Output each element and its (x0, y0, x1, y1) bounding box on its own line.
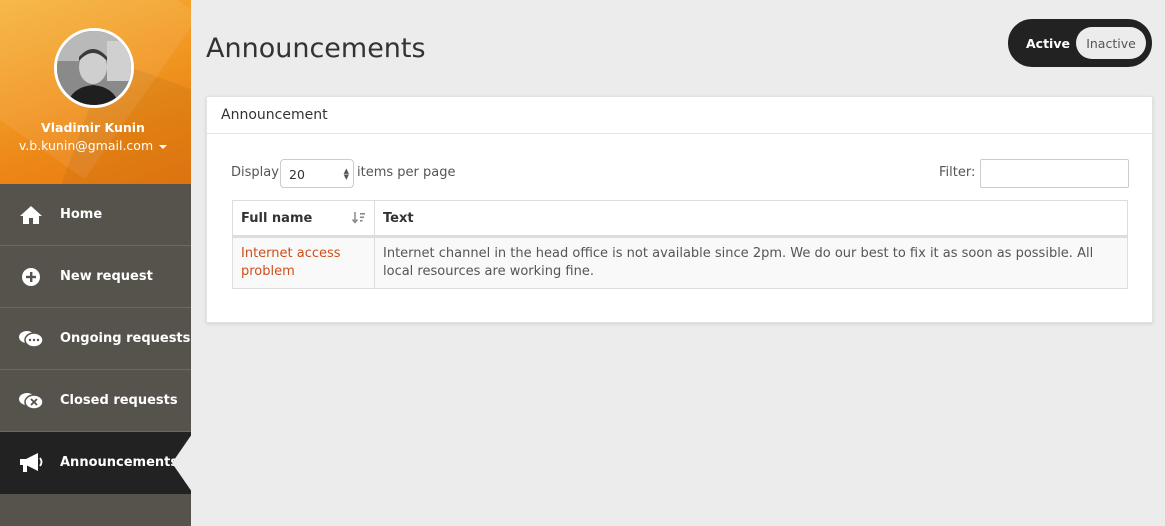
column-header-full-name[interactable]: Full name (232, 200, 375, 238)
filter-input[interactable] (980, 159, 1129, 188)
chat-close-icon (18, 390, 44, 412)
sidebar-item-label: Home (60, 207, 103, 222)
avatar-image (57, 31, 131, 105)
column-header-label: Full name (241, 210, 313, 226)
home-icon (18, 204, 44, 226)
sidebar-item-label: New request (60, 269, 153, 284)
announcement-link[interactable]: Internet access problem (241, 246, 341, 279)
sidebar-item-closed-requests[interactable]: Closed requests (0, 370, 191, 432)
sidebar-item-announcements[interactable]: Announcements (0, 432, 191, 494)
active-inactive-toggle[interactable]: Active Inactive (1008, 19, 1152, 67)
chat-ellipsis-icon (18, 328, 44, 350)
per-page-label: items per page (357, 165, 456, 180)
sidebar-item-label: Closed requests (60, 393, 178, 408)
user-name: Vladimir Kunin (41, 120, 145, 135)
plus-circle-icon (18, 266, 44, 288)
toggle-active-option[interactable]: Active (1026, 36, 1070, 51)
user-email: v.b.kunin@gmail.com (18, 138, 154, 153)
avatar[interactable] (54, 28, 134, 108)
sidebar-item-label: Announcements (60, 455, 179, 470)
filter-label: Filter: (939, 165, 976, 180)
toggle-inactive-option[interactable]: Inactive (1076, 27, 1146, 59)
sidebar-item-ongoing-requests[interactable]: Ongoing requests (0, 308, 191, 370)
column-header-text[interactable]: Text (374, 200, 1128, 238)
sidebar-nav: Home New request Ongoing requests Closed… (0, 184, 191, 494)
table-cell-text: Internet channel in the head office is n… (374, 236, 1128, 289)
caret-down-icon (159, 144, 168, 149)
table-cell-full-name: Internet access problem (232, 236, 375, 289)
sidebar: Vladimir Kunin v.b.kunin@gmail.com Home … (0, 0, 191, 526)
sidebar-item-home[interactable]: Home (0, 184, 191, 246)
announcement-panel: Announcement Display 20 ▲ ▼ items per pag… (206, 96, 1153, 323)
sort-icon[interactable] (351, 211, 366, 229)
display-label: Display (231, 165, 279, 180)
sidebar-item-new-request[interactable]: New request (0, 246, 191, 308)
page-title: Announcements (206, 33, 426, 64)
select-arrows-icon: ▲ ▼ (343, 167, 349, 181)
table-row[interactable]: Internet access problem Internet channel… (232, 236, 1128, 289)
page-size-value: 20 (289, 167, 305, 182)
page-size-select[interactable]: 20 ▲ ▼ (280, 159, 354, 188)
megaphone-icon (18, 452, 44, 474)
table-header-row: Full name Text (232, 200, 1128, 238)
announcements-table: Full name Text Internet access problem I… (232, 200, 1128, 289)
panel-title: Announcement (207, 97, 1152, 134)
sidebar-item-label: Ongoing requests (60, 331, 191, 346)
profile-header: Vladimir Kunin v.b.kunin@gmail.com (0, 0, 191, 184)
column-header-label: Text (383, 210, 414, 226)
user-email-dropdown[interactable]: v.b.kunin@gmail.com (0, 138, 186, 153)
